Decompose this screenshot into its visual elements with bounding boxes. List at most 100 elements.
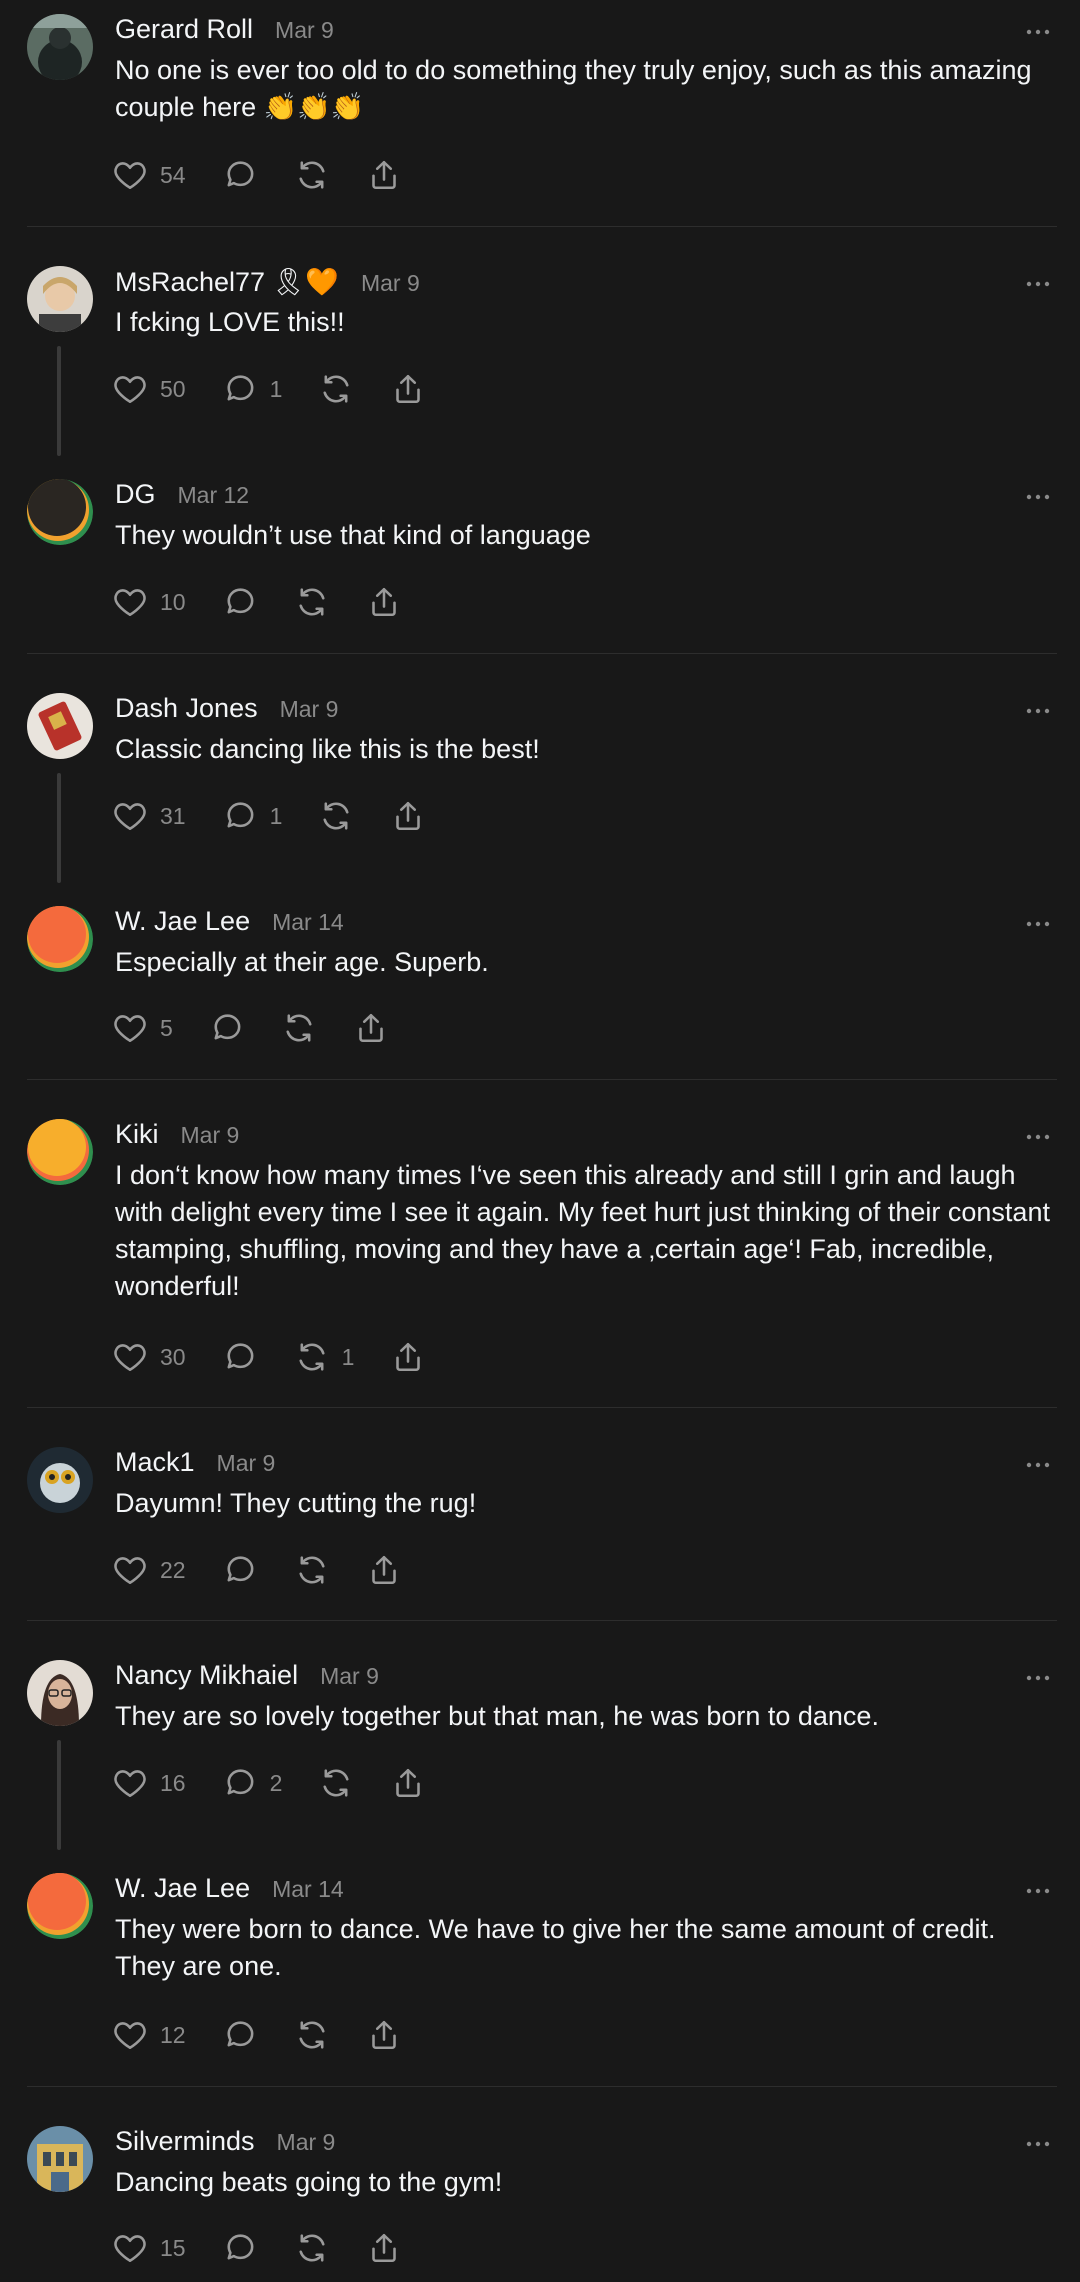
post-date[interactable]: Mar 9 bbox=[277, 2129, 336, 2156]
like-button[interactable]: 54 bbox=[112, 155, 186, 195]
author-name[interactable]: MsRachel77 bbox=[115, 267, 265, 298]
avatar[interactable] bbox=[27, 1660, 93, 1726]
reply-button[interactable] bbox=[222, 1337, 258, 1377]
more-options-icon[interactable] bbox=[1024, 701, 1052, 721]
repost-button[interactable] bbox=[294, 2228, 330, 2268]
share-icon bbox=[366, 157, 402, 193]
post-text: Especially at their age. Superb. bbox=[115, 947, 489, 977]
share-icon bbox=[390, 798, 426, 834]
reply-button[interactable]: 1 bbox=[222, 369, 282, 409]
avatar[interactable] bbox=[27, 14, 93, 80]
author-name[interactable]: Mack1 bbox=[115, 1447, 195, 1478]
like-button[interactable]: 10 bbox=[112, 582, 186, 622]
more-options-icon[interactable] bbox=[1024, 274, 1052, 294]
post-date[interactable]: Mar 14 bbox=[272, 909, 344, 936]
heart-icon bbox=[112, 1765, 148, 1801]
avatar[interactable] bbox=[27, 906, 93, 972]
share-button[interactable] bbox=[390, 1337, 426, 1377]
author-name[interactable]: W. Jae Lee bbox=[115, 906, 250, 937]
repost-button[interactable] bbox=[294, 155, 330, 195]
heart-icon bbox=[112, 371, 148, 407]
repost-button[interactable] bbox=[294, 1550, 330, 1590]
share-button[interactable] bbox=[366, 2228, 402, 2268]
post-date[interactable]: Mar 9 bbox=[181, 1122, 240, 1149]
post-date[interactable]: Mar 9 bbox=[275, 17, 334, 44]
more-options-icon[interactable] bbox=[1024, 487, 1052, 507]
repost-button[interactable] bbox=[318, 1763, 354, 1803]
more-options-icon[interactable] bbox=[1024, 1127, 1052, 1147]
post-date[interactable]: Mar 12 bbox=[178, 482, 250, 509]
reply-button[interactable] bbox=[222, 2228, 258, 2268]
like-button[interactable]: 12 bbox=[112, 2015, 186, 2055]
repost-icon bbox=[294, 1339, 330, 1375]
repost-button[interactable]: 1 bbox=[294, 1337, 354, 1377]
avatar[interactable] bbox=[27, 1119, 93, 1185]
reply-count: 1 bbox=[269, 802, 283, 829]
share-button[interactable] bbox=[366, 155, 402, 195]
post-date[interactable]: Mar 9 bbox=[320, 1663, 379, 1690]
more-options-icon[interactable] bbox=[1024, 1668, 1052, 1688]
divider bbox=[27, 653, 1057, 654]
reply-icon bbox=[222, 157, 258, 193]
more-options-icon[interactable] bbox=[1024, 1455, 1052, 1475]
share-button[interactable] bbox=[366, 582, 402, 622]
share-button[interactable] bbox=[390, 796, 426, 836]
more-options-icon[interactable] bbox=[1024, 1881, 1052, 1901]
like-button[interactable]: 15 bbox=[112, 2228, 186, 2268]
repost-button[interactable] bbox=[281, 1008, 317, 1048]
author-name[interactable]: Nancy Mikhaiel bbox=[115, 1660, 298, 1691]
author-name[interactable]: Silverminds bbox=[115, 2126, 255, 2157]
reply-button[interactable] bbox=[222, 582, 258, 622]
author-name[interactable]: W. Jae Lee bbox=[115, 1873, 250, 1904]
reply-icon bbox=[222, 2017, 258, 2053]
like-button[interactable]: 31 bbox=[112, 796, 186, 836]
more-options-icon[interactable] bbox=[1024, 22, 1052, 42]
avatar[interactable] bbox=[27, 1447, 93, 1513]
reply-button[interactable]: 1 bbox=[222, 796, 283, 836]
avatar[interactable] bbox=[27, 2126, 93, 2192]
avatar[interactable] bbox=[27, 479, 93, 545]
reply-button[interactable] bbox=[222, 1550, 258, 1590]
share-button[interactable] bbox=[366, 2015, 402, 2055]
action-bar: 30 1 bbox=[112, 1337, 462, 1377]
share-button[interactable] bbox=[353, 1008, 389, 1048]
author-name[interactable]: Gerard Roll bbox=[115, 14, 253, 45]
name-badges: 🎗🧡 bbox=[271, 267, 339, 297]
author-name[interactable]: Dash Jones bbox=[115, 693, 258, 724]
post-date[interactable]: Mar 14 bbox=[272, 1876, 344, 1903]
repost-button[interactable] bbox=[294, 582, 330, 622]
repost-button[interactable] bbox=[318, 796, 354, 836]
like-button[interactable]: 50 bbox=[112, 369, 186, 409]
avatar[interactable] bbox=[27, 266, 93, 332]
post-date[interactable]: Mar 9 bbox=[217, 1450, 276, 1477]
reply-button[interactable] bbox=[222, 155, 258, 195]
like-button[interactable]: 22 bbox=[112, 1550, 186, 1590]
author-name[interactable]: Kiki bbox=[115, 1119, 159, 1150]
share-button[interactable] bbox=[390, 1763, 426, 1803]
repost-button[interactable] bbox=[318, 369, 354, 409]
action-bar: 54 bbox=[112, 155, 438, 195]
like-button[interactable]: 16 bbox=[112, 1763, 186, 1803]
reply-button[interactable]: 2 bbox=[222, 1763, 282, 1803]
repost-icon bbox=[294, 2230, 330, 2266]
repost-button[interactable] bbox=[294, 2015, 330, 2055]
share-button[interactable] bbox=[390, 369, 426, 409]
author-name[interactable]: DG bbox=[115, 479, 156, 510]
more-options-icon[interactable] bbox=[1024, 2134, 1052, 2154]
more-options-icon[interactable] bbox=[1024, 914, 1052, 934]
post-date[interactable]: Mar 9 bbox=[280, 696, 339, 723]
post-date[interactable]: Mar 9 bbox=[361, 270, 420, 297]
heart-icon bbox=[112, 1339, 148, 1375]
reply-icon bbox=[222, 1339, 258, 1375]
like-button[interactable]: 30 bbox=[112, 1337, 186, 1377]
reply-icon bbox=[209, 1010, 245, 1046]
reply-icon bbox=[222, 584, 258, 620]
avatar[interactable] bbox=[27, 1873, 93, 1939]
reply-button[interactable] bbox=[209, 1008, 245, 1048]
avatar[interactable] bbox=[27, 693, 93, 759]
like-button[interactable]: 5 bbox=[112, 1008, 173, 1048]
share-button[interactable] bbox=[366, 1550, 402, 1590]
repost-icon bbox=[281, 1010, 317, 1046]
share-icon bbox=[366, 2230, 402, 2266]
reply-button[interactable] bbox=[222, 2015, 258, 2055]
